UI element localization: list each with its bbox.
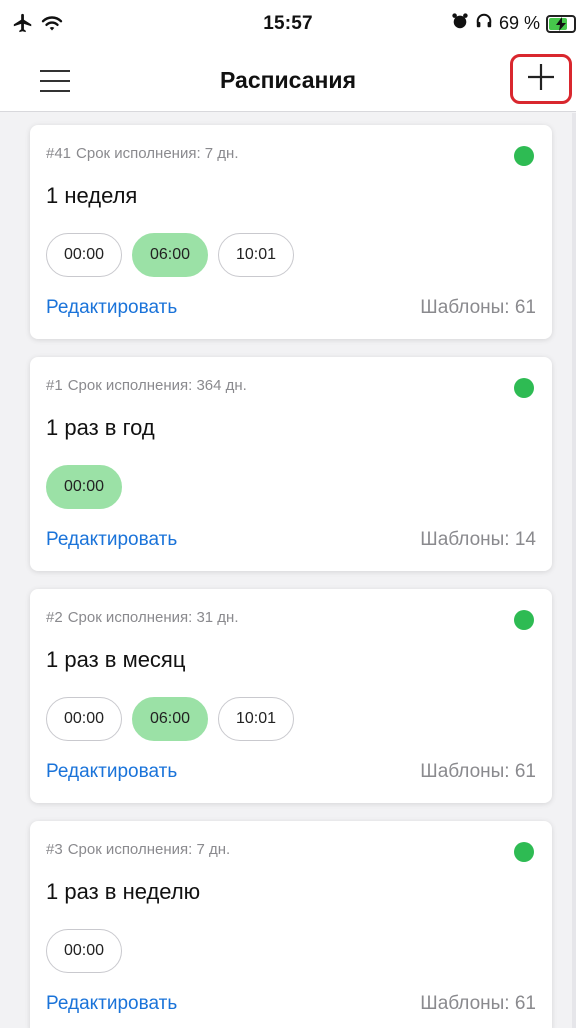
time-chip[interactable]: 10:01 bbox=[218, 233, 294, 277]
card-meta: #41 Срок исполнения: 7 дн. bbox=[46, 145, 239, 162]
schedule-id: #1 bbox=[46, 377, 63, 394]
status-indicator bbox=[514, 378, 534, 398]
time-chips: 00:00 06:00 10:01 bbox=[46, 233, 294, 277]
schedule-card[interactable]: #3 Срок исполнения: 7 дн. 1 раз в неделю … bbox=[30, 821, 552, 1028]
time-chip[interactable]: 00:00 bbox=[46, 465, 122, 509]
time-chip[interactable]: 00:00 bbox=[46, 929, 122, 973]
edit-link[interactable]: Редактировать bbox=[46, 529, 177, 551]
app-screen: 15:57 69 % Расписания #41 Срок исполнени… bbox=[0, 0, 576, 1028]
edit-link[interactable]: Редактировать bbox=[46, 761, 177, 783]
time-chips: 00:00 bbox=[46, 465, 122, 509]
page-title: Расписания bbox=[220, 67, 356, 93]
schedule-id: #2 bbox=[46, 609, 63, 626]
templates-count: Шаблоны: 61 bbox=[420, 993, 536, 1014]
schedule-id: #3 bbox=[46, 841, 63, 858]
deadline-text: Срок исполнения: 7 дн. bbox=[76, 145, 239, 162]
schedule-card[interactable]: #1 Срок исполнения: 364 дн. 1 раз в год 0… bbox=[30, 357, 552, 571]
headphones-icon bbox=[475, 12, 493, 35]
battery-percent: 69 % bbox=[498, 13, 540, 33]
schedule-title: 1 раз в год bbox=[46, 415, 155, 440]
card-meta: #1 Срок исполнения: 364 дн. bbox=[46, 377, 247, 394]
templates-count: Шаблоны: 61 bbox=[420, 761, 536, 782]
templates-count: Шаблоны: 14 bbox=[420, 529, 536, 550]
schedule-title: 1 неделя bbox=[46, 183, 138, 208]
edit-link[interactable]: Редактировать bbox=[46, 297, 177, 319]
schedule-card[interactable]: #41 Срок исполнения: 7 дн. 1 неделя 00:00… bbox=[30, 125, 552, 339]
time-chip[interactable]: 06:00 bbox=[132, 697, 208, 741]
status-right: 69 % bbox=[451, 12, 576, 35]
navigation-bar: Расписания bbox=[0, 50, 576, 112]
schedule-card[interactable]: #2 Срок исполнения: 31 дн. 1 раз в месяц … bbox=[30, 589, 552, 803]
schedule-id: #41 bbox=[46, 145, 72, 162]
time-chips: 00:00 bbox=[46, 929, 122, 973]
card-meta: #2 Срок исполнения: 31 дн. bbox=[46, 609, 239, 626]
status-bar: 15:57 69 % bbox=[0, 0, 576, 50]
schedule-title: 1 раз в месяц bbox=[46, 647, 186, 672]
schedule-list[interactable]: #41 Срок исполнения: 7 дн. 1 неделя 00:00… bbox=[0, 113, 576, 1028]
time-chip[interactable]: 06:00 bbox=[132, 233, 208, 277]
schedule-title: 1 раз в неделю bbox=[46, 879, 201, 904]
add-schedule-button[interactable] bbox=[510, 54, 572, 104]
alarm-icon bbox=[451, 12, 469, 35]
status-indicator bbox=[514, 842, 534, 862]
deadline-text: Срок исполнения: 364 дн. bbox=[67, 377, 247, 394]
time-chip[interactable]: 00:00 bbox=[46, 233, 122, 277]
battery-charging-icon bbox=[546, 14, 576, 33]
time-chip[interactable]: 10:01 bbox=[218, 697, 294, 741]
deadline-text: Срок исполнения: 31 дн. bbox=[67, 609, 239, 626]
time-chip[interactable]: 00:00 bbox=[46, 697, 122, 741]
edit-link[interactable]: Редактировать bbox=[46, 993, 177, 1015]
status-indicator bbox=[514, 610, 534, 630]
plus-icon bbox=[526, 62, 556, 97]
templates-count: Шаблоны: 61 bbox=[420, 297, 536, 318]
deadline-text: Срок исполнения: 7 дн. bbox=[67, 841, 231, 858]
time-chips: 00:00 06:00 10:01 bbox=[46, 697, 294, 741]
status-indicator bbox=[514, 146, 534, 166]
card-meta: #3 Срок исполнения: 7 дн. bbox=[46, 841, 230, 858]
